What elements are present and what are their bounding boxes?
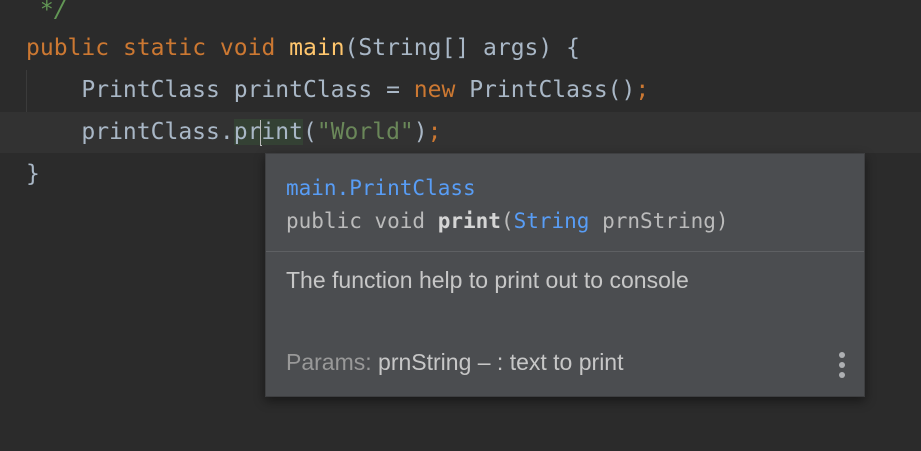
sig-open-paren: ( [500, 209, 514, 233]
dot [839, 372, 845, 378]
open-paren: ( [302, 119, 317, 145]
sig-param-type-link[interactable]: String [514, 209, 590, 233]
quick-documentation-popup[interactable]: main.PrintClass public void print(String… [265, 153, 865, 397]
method-description: The function help to print out to consol… [286, 267, 689, 293]
params-section: Params: prnString – : text to print [286, 349, 623, 376]
code-line-print-call[interactable]: printClass.print("World"); [0, 112, 921, 153]
code-line-closing-brace[interactable]: } [26, 154, 40, 195]
closing-brace: } [26, 161, 40, 187]
var-printclass: printClass [233, 77, 373, 103]
keyword-void: void [219, 35, 276, 61]
comment-end: */ [26, 0, 68, 23]
method-print-part1: pr [233, 119, 262, 145]
popup-header: main.PrintClass public void print(String… [266, 154, 864, 252]
comment-end-line: */ [26, 0, 68, 31]
keyword-static: static [122, 35, 207, 61]
dot [839, 362, 845, 368]
object-reference: printClass. [81, 119, 234, 145]
constructor-call: PrintClass() [469, 77, 636, 103]
sig-param-name: prnString) [589, 209, 729, 233]
sig-method-name: print [437, 209, 501, 233]
close-paren: ) [413, 119, 428, 145]
main-signature-rest: (String[] args) { [344, 35, 580, 61]
semicolon: ; [635, 77, 650, 103]
method-signature: public void print(String prnString) [286, 209, 729, 233]
sig-modifiers: public void [286, 209, 438, 233]
method-print-part2: int [261, 119, 303, 145]
code-line-main[interactable]: public static void main(String[] args) { [26, 28, 580, 69]
string-literal: "World" [316, 119, 414, 145]
code-line-instantiation[interactable]: PrintClass printClass = new PrintClass()… [26, 70, 649, 111]
vertical-ellipsis-icon[interactable] [836, 352, 848, 378]
dot [839, 352, 845, 358]
params-value: prnString – : text to print [371, 349, 624, 375]
semicolon: ; [427, 119, 442, 145]
assign-operator: = [386, 77, 400, 103]
method-name-main: main [289, 35, 345, 61]
declaring-class-link[interactable]: main.PrintClass [286, 176, 476, 200]
params-label: Params: [286, 349, 372, 375]
keyword-new: new [413, 77, 456, 103]
type-printclass: PrintClass [81, 77, 220, 103]
keyword-public: public [26, 35, 110, 61]
